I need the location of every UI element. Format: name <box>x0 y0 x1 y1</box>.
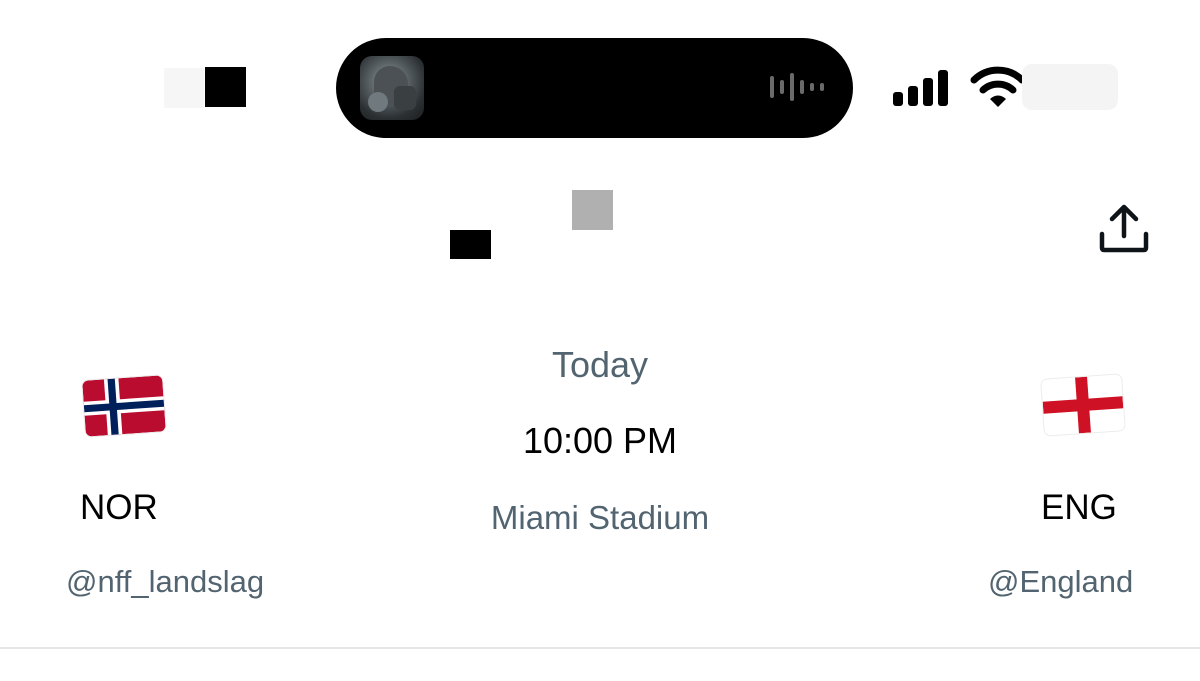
wifi-icon <box>970 66 1026 107</box>
waveform-icon <box>768 72 828 102</box>
home-team-handle[interactable]: @nff_landslag <box>66 564 264 600</box>
redacted-title <box>450 230 491 259</box>
status-time-redaction-light <box>164 68 204 108</box>
status-time-redaction <box>205 67 246 107</box>
share-icon[interactable] <box>1098 202 1150 256</box>
redacted-avatar <box>572 190 613 230</box>
away-team-code: ENG <box>1041 488 1117 527</box>
divider <box>0 647 1200 649</box>
england-flag-icon <box>1041 374 1125 436</box>
norway-flag-icon <box>82 375 166 437</box>
match-venue: Miami Stadium <box>490 499 710 536</box>
match-day: Today <box>551 344 649 385</box>
battery-redaction <box>1022 64 1118 110</box>
match-time: 10:00 PM <box>522 420 678 461</box>
cellular-signal-icon <box>893 70 953 106</box>
away-team-handle[interactable]: @England <box>988 564 1133 600</box>
home-team-code: NOR <box>80 488 158 527</box>
now-playing-artwork[interactable] <box>360 56 424 120</box>
